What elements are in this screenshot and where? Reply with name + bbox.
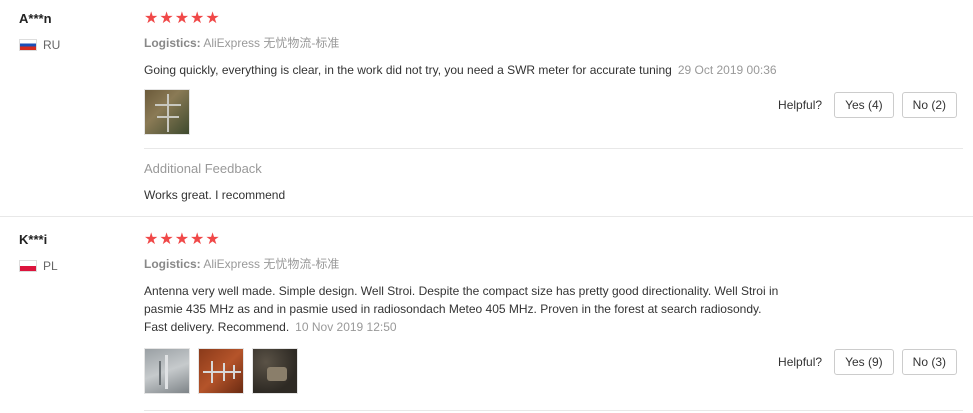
review-separator — [144, 410, 963, 411]
review-content: Going quickly, everything is clear, in t… — [144, 63, 672, 77]
helpful-label: Helpful? — [778, 355, 823, 369]
logistics-info: Logistics: AliExpress 无忧物流-标准 — [144, 34, 964, 51]
review-photo-thumbnail[interactable] — [144, 89, 190, 135]
review-separator — [0, 216, 973, 217]
divider — [144, 148, 963, 149]
reviewer-info: A***n RU — [19, 10, 60, 52]
logistics-label: Logistics: — [144, 257, 201, 271]
logistics-value: AliExpress 无忧物流-标准 — [203, 36, 340, 50]
helpful-no-button[interactable]: No (2) — [901, 92, 957, 118]
logistics-label: Logistics: — [144, 36, 201, 50]
reviewer-name: A***n — [19, 11, 52, 26]
additional-feedback: Additional Feedback Works great. I recom… — [144, 161, 285, 202]
review-date: 29 Oct 2019 00:36 — [677, 63, 777, 77]
helpful-voting: Helpful? Yes (4) No (2) — [778, 92, 957, 118]
reviewer-name: K***i — [19, 232, 48, 247]
star-rating: ★★★★★ — [144, 231, 221, 248]
reviewer-country: PL — [19, 259, 58, 273]
review-content-line: pasmie 435 MHz as and in pasmie used in … — [144, 302, 762, 316]
additional-feedback-title: Additional Feedback — [144, 161, 262, 176]
country-code: RU — [43, 38, 61, 52]
review-photo-thumbnail[interactable] — [198, 348, 244, 394]
logistics-info: Logistics: AliExpress 无忧物流-标准 — [144, 255, 964, 272]
reviewer-info: K***i PL — [19, 231, 58, 273]
helpful-voting: Helpful? Yes (9) No (3) — [778, 349, 957, 375]
review-content-line: Fast delivery. Recommend. — [144, 320, 290, 334]
reviewer-country: RU — [19, 38, 60, 52]
additional-feedback-text: Works great. I recommend — [144, 188, 286, 202]
review-content-line: Antenna very well made. Simple design. W… — [144, 284, 779, 298]
review-photo-thumbnail[interactable] — [252, 348, 298, 394]
logistics-value: AliExpress 无忧物流-标准 — [203, 257, 340, 271]
helpful-yes-button[interactable]: Yes (9) — [834, 349, 894, 375]
review-date: 10 Nov 2019 12:50 — [295, 320, 397, 334]
review-text: Antenna very well made. Simple design. W… — [144, 282, 864, 336]
country-code: PL — [43, 259, 58, 273]
helpful-yes-button[interactable]: Yes (4) — [834, 92, 894, 118]
review-text: Going quickly, everything is clear, in t… — [144, 61, 864, 79]
russia-flag-icon — [19, 39, 37, 51]
star-rating: ★★★★★ — [144, 10, 221, 27]
review-photo-thumbnail[interactable] — [144, 348, 190, 394]
poland-flag-icon — [19, 260, 37, 272]
helpful-no-button[interactable]: No (3) — [901, 349, 957, 375]
helpful-label: Helpful? — [778, 98, 823, 112]
